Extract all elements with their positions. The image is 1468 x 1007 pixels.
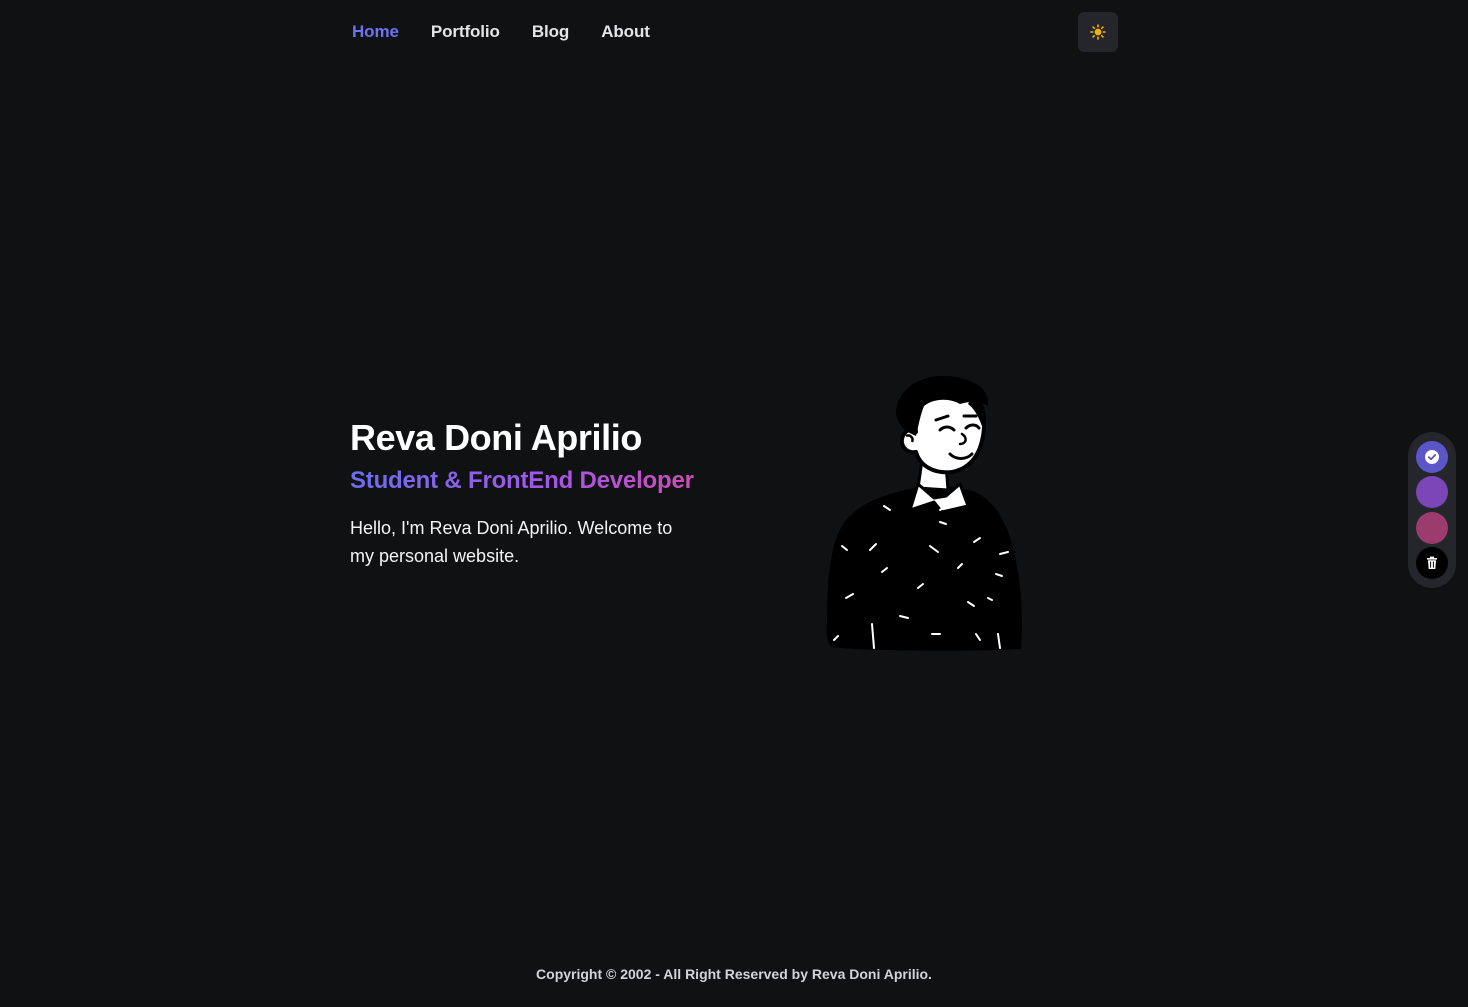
color-switcher bbox=[1408, 432, 1456, 588]
sun-icon bbox=[1090, 24, 1106, 40]
person-illustration bbox=[826, 375, 1022, 651]
page: Home Portfolio Blog About Reva Doni Apri… bbox=[0, 0, 1468, 1007]
reset-color-button[interactable] bbox=[1416, 546, 1448, 579]
color-swatch-pink[interactable] bbox=[1416, 511, 1448, 544]
top-navbar: Home Portfolio Blog About bbox=[350, 12, 1118, 52]
trash-icon bbox=[1427, 556, 1437, 569]
nav-link-about[interactable]: About bbox=[601, 22, 650, 42]
hero-role: Student & FrontEnd Developer bbox=[350, 462, 730, 500]
theme-toggle-button[interactable] bbox=[1078, 12, 1118, 52]
hero-name: Reva Doni Aprilio bbox=[350, 417, 642, 458]
color-swatch-purple[interactable] bbox=[1416, 476, 1448, 509]
check-icon bbox=[1425, 450, 1439, 465]
hero-description: Hello, I'm Reva Doni Aprilio. Welcome to… bbox=[350, 518, 673, 566]
footer-copyright: Copyright © 2002 - All Right Reserved by… bbox=[536, 966, 932, 982]
hero-section: Reva Doni Aprilio Student & FrontEnd Dev… bbox=[350, 414, 730, 570]
nav-link-blog[interactable]: Blog bbox=[532, 22, 569, 42]
nav-links: Home Portfolio Blog About bbox=[350, 22, 650, 42]
nav-link-home[interactable]: Home bbox=[352, 22, 399, 42]
color-swatch-indigo[interactable] bbox=[1416, 441, 1448, 474]
nav-link-portfolio[interactable]: Portfolio bbox=[431, 22, 500, 42]
